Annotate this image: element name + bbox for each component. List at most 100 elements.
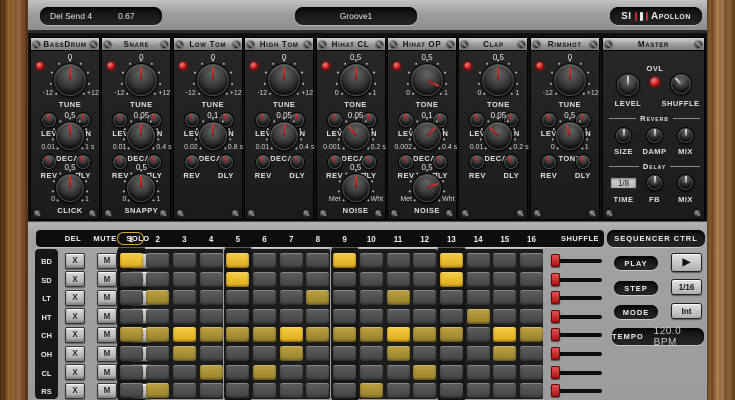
step-cell[interactable] [387,346,410,361]
step-cell[interactable] [467,346,490,361]
step-cell[interactable] [200,309,223,324]
shuffle-slider-track-sd[interactable] [557,278,602,282]
delete-button-ht[interactable]: X [65,308,85,324]
preset-selector[interactable]: Groove1 [295,7,417,25]
step-cell[interactable] [226,327,249,342]
step-cell[interactable] [387,253,410,268]
step-cell[interactable] [226,346,249,361]
step-cell[interactable] [173,309,196,324]
step-cell[interactable] [226,253,249,268]
damp-knob[interactable] [647,128,662,143]
shuffle-slider-handle-ch[interactable] [551,328,560,341]
dly-knob[interactable] [290,155,304,169]
step-cell[interactable] [200,365,223,380]
shuffle-slider-handle-sd[interactable] [551,273,560,286]
step-cell[interactable] [440,309,463,324]
step-cell[interactable] [146,327,169,342]
step-cell[interactable] [146,272,169,287]
noise-knob[interactable] [342,174,370,202]
step-cell[interactable] [120,290,143,305]
rev-knob[interactable] [542,155,556,169]
step-cell[interactable] [200,383,223,398]
shuffle-slider-handle-lt[interactable] [551,291,560,304]
mute-button-rs[interactable]: M [97,383,117,399]
step-cell[interactable] [360,272,383,287]
delete-button-lt[interactable]: X [65,290,85,306]
step-cell[interactable] [360,290,383,305]
step-cell[interactable] [440,383,463,398]
step-cell[interactable] [387,365,410,380]
step-cell[interactable] [520,346,543,361]
step-cell[interactable] [173,272,196,287]
step-cell[interactable] [200,290,223,305]
step-cell[interactable] [146,253,169,268]
shuffle-slider-handle-bd[interactable] [551,254,560,267]
last-parameter-display[interactable]: Del Send 4 0.67 [40,7,162,25]
step-cell[interactable] [120,365,143,380]
rev-knob[interactable] [256,155,270,169]
delete-button-bd[interactable]: X [65,253,85,269]
step-cell[interactable] [200,272,223,287]
decay-knob[interactable] [413,122,441,150]
step-cell[interactable] [520,327,543,342]
delete-button-ch[interactable]: X [65,327,85,343]
step-cell[interactable] [493,290,516,305]
step-cell[interactable] [120,309,143,324]
step-cell[interactable] [146,309,169,324]
size-knob[interactable] [616,128,631,143]
dly-knob[interactable] [504,155,518,169]
step-cell[interactable] [520,272,543,287]
fb-delay-knob[interactable] [647,175,662,190]
delete-button-sd[interactable]: X [65,271,85,287]
step-cell[interactable] [467,253,490,268]
step-cell[interactable] [306,383,329,398]
tune-knob[interactable] [268,64,300,96]
step-cell[interactable] [467,327,490,342]
step-cell[interactable] [387,309,410,324]
step-cell[interactable] [306,309,329,324]
step-cell[interactable] [173,327,196,342]
step-cell[interactable] [333,383,356,398]
shuffle-knob[interactable] [671,74,691,94]
shuffle-slider-handle-rs[interactable] [551,384,560,397]
step-cell[interactable] [253,290,276,305]
step-cell[interactable] [520,309,543,324]
step-cell[interactable] [440,290,463,305]
tone-knob[interactable] [411,64,443,96]
step-cell[interactable] [146,365,169,380]
step-cell[interactable] [253,272,276,287]
step-cell[interactable] [440,253,463,268]
tempo-display[interactable]: TEMPO 120.0 BPM [612,328,704,345]
step-cell[interactable] [520,365,543,380]
step-cell[interactable] [253,365,276,380]
shuffle-slider-track-ch[interactable] [557,333,602,337]
mute-button-ch[interactable]: M [97,327,117,343]
step-cell[interactable] [440,327,463,342]
step-cell[interactable] [493,346,516,361]
step-cell[interactable] [226,309,249,324]
step-cell[interactable] [360,383,383,398]
decay-knob[interactable] [484,122,512,150]
decay-knob[interactable] [127,122,155,150]
shuffle-slider-track-cl[interactable] [557,371,602,375]
step-cell[interactable] [173,365,196,380]
step-cell[interactable] [493,253,516,268]
delete-button-cl[interactable]: X [65,364,85,380]
tone-knob[interactable] [340,64,372,96]
step-cell[interactable] [387,383,410,398]
step-cell[interactable] [120,346,143,361]
step-cell[interactable] [226,365,249,380]
step-cell[interactable] [520,253,543,268]
shuffle-slider-handle-cl[interactable] [551,366,560,379]
mute-button-cl[interactable]: M [97,364,117,380]
step-cell[interactable] [120,327,143,342]
step-cell[interactable] [280,309,303,324]
mute-button-lt[interactable]: M [97,290,117,306]
step-cell[interactable] [467,309,490,324]
step-cell[interactable] [413,309,436,324]
step-cell[interactable] [413,365,436,380]
step-cell[interactable] [387,272,410,287]
step-cell[interactable] [333,365,356,380]
rev-knob[interactable] [470,155,484,169]
tune-knob[interactable] [54,64,86,96]
